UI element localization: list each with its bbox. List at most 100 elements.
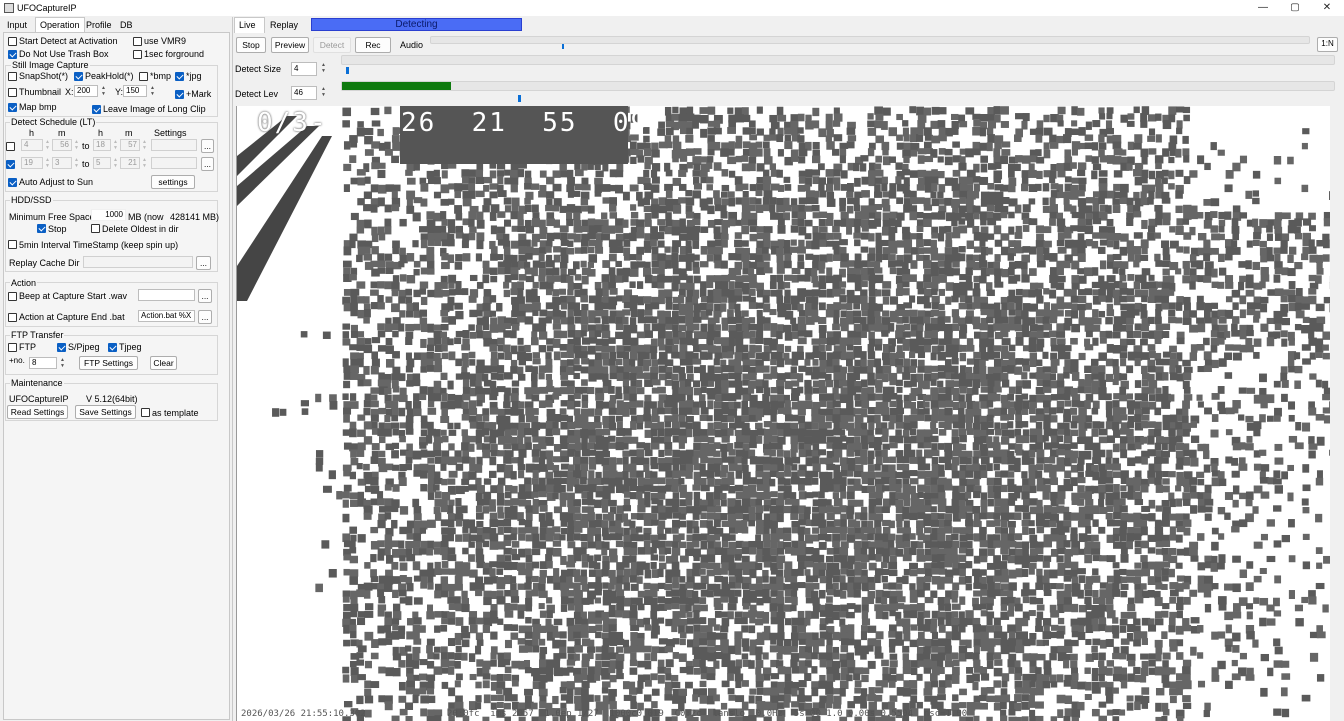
end-bat-checkbox[interactable]	[8, 313, 17, 322]
noise-speckle	[300, 400, 309, 407]
sun-settings-button[interactable]: settings	[151, 175, 195, 189]
save-settings-button[interactable]: Save Settings	[75, 405, 136, 419]
spjpeg-checkbox[interactable]	[57, 343, 66, 352]
noise-speckle	[693, 442, 701, 451]
tab-replay[interactable]: Replay	[267, 19, 298, 32]
beep-browse[interactable]: ...	[198, 289, 212, 303]
replay-cache-browse[interactable]: ...	[196, 256, 211, 270]
jpg-checkbox[interactable]	[175, 72, 184, 81]
detect-lev-slider[interactable]	[518, 95, 521, 102]
noise-speckle	[1029, 401, 1037, 409]
schedule-row2-settings[interactable]	[151, 157, 197, 169]
min-free-input[interactable]: 1000	[91, 209, 126, 221]
noise-speckle	[587, 449, 597, 456]
schedule-row2-m1-spinner[interactable]: ▲ ▼	[73, 157, 80, 169]
noise-speckle	[896, 365, 903, 374]
thumb-y-input[interactable]: 150	[123, 85, 147, 97]
end-bat-browse[interactable]: ...	[198, 310, 212, 324]
preview-button[interactable]: Preview	[271, 37, 309, 53]
close-button[interactable]: ✕	[1312, 0, 1342, 16]
schedule-row2-m1[interactable]: 3	[52, 157, 72, 169]
snapshot-checkbox[interactable]	[8, 72, 17, 81]
use-vmr9-checkbox[interactable]	[133, 37, 142, 46]
mark-checkbox[interactable]	[175, 90, 184, 99]
schedule-row1-h1-spinner[interactable]: ▲ ▼	[44, 139, 51, 151]
detect-lev-spinner[interactable]: ▲ ▼	[320, 86, 327, 100]
noise-speckle	[784, 400, 791, 408]
replay-cache-input[interactable]	[83, 256, 193, 268]
schedule-row1-m2[interactable]: 57	[120, 139, 140, 151]
thumb-x-input[interactable]: 200	[74, 85, 98, 97]
leave-image-checkbox[interactable]	[92, 105, 101, 114]
schedule-row2-m2-spinner[interactable]: ▲ ▼	[141, 157, 148, 169]
thumb-x-spinner[interactable]: ▲ ▼	[100, 85, 107, 97]
schedule-row1-h1[interactable]: 4	[21, 139, 43, 151]
noise-speckle	[1176, 218, 1184, 226]
fg-1sec-checkbox[interactable]	[133, 50, 142, 59]
map-bmp-checkbox[interactable]	[8, 103, 17, 112]
detect-size-spinner[interactable]: ▲ ▼	[320, 62, 327, 76]
noise-speckle	[910, 379, 917, 387]
detect-lev-input[interactable]: 46	[291, 86, 317, 100]
noise-speckle	[504, 464, 513, 472]
tab-operation[interactable]: Operation	[35, 17, 85, 32]
ftp-clear-button[interactable]: Clear	[150, 356, 177, 370]
schedule-row1-m1-spinner[interactable]: ▲ ▼	[73, 139, 80, 151]
peakhold-checkbox[interactable]	[74, 72, 83, 81]
schedule-row2-checkbox[interactable]	[6, 160, 15, 169]
start-detect-checkbox[interactable]	[8, 37, 17, 46]
thumb-y-spinner[interactable]: ▲ ▼	[149, 85, 156, 97]
as-template-checkbox[interactable]	[141, 408, 150, 417]
schedule-row2-h1[interactable]: 19	[21, 157, 43, 169]
end-bat-input[interactable]: Action.bat %X	[138, 310, 195, 322]
schedule-row2-m2[interactable]: 21	[120, 157, 140, 169]
schedule-row1-m1[interactable]: 56	[52, 139, 72, 151]
read-settings-button[interactable]: Read Settings	[7, 405, 68, 419]
noise-speckle	[622, 275, 629, 283]
noise-speckle	[1134, 380, 1142, 388]
schedule-row1-h2-spinner[interactable]: ▲ ▼	[112, 139, 119, 151]
minimize-button[interactable]: —	[1248, 0, 1278, 16]
schedule-row1-m2-spinner[interactable]: ▲ ▼	[141, 139, 148, 151]
now-free-value: 428141 MB)	[170, 212, 220, 222]
live-video-view[interactable]: 0/3- 26 21 55 09 2026/03/26 21:55:10.302…	[236, 106, 1330, 721]
detect-size-input[interactable]: 4	[291, 62, 317, 76]
tab-input[interactable]: Input	[3, 18, 31, 32]
thumbnail-checkbox[interactable]	[8, 88, 17, 97]
schedule-row1-browse[interactable]: ...	[201, 139, 214, 153]
schedule-row1-checkbox[interactable]	[6, 142, 15, 151]
schedule-row2-browse[interactable]: ...	[201, 157, 214, 171]
ftp-no-spinner[interactable]: ▲ ▼	[59, 357, 66, 369]
noise-speckle	[1141, 246, 1148, 255]
no-trash-checkbox[interactable]	[8, 50, 17, 59]
maximize-button[interactable]: ▢	[1280, 0, 1310, 16]
ftp-no-input[interactable]: 8	[29, 357, 57, 369]
ftp-checkbox[interactable]	[8, 343, 17, 352]
beep-wav-input[interactable]	[138, 289, 195, 301]
noise-speckle	[1182, 260, 1190, 269]
ratio-button[interactable]: 1:N	[1317, 37, 1338, 52]
rec-button[interactable]: Rec	[355, 37, 391, 53]
detect-size-slider[interactable]	[346, 67, 349, 74]
detect-button[interactable]: Detect	[313, 37, 351, 53]
noise-speckle	[832, 456, 840, 463]
delete-oldest-checkbox[interactable]	[91, 224, 100, 233]
schedule-row1-settings[interactable]	[151, 139, 197, 151]
stop-button[interactable]: Stop	[236, 37, 266, 53]
noise-speckle	[784, 470, 791, 477]
beep-checkbox[interactable]	[8, 292, 17, 301]
auto-adjust-checkbox[interactable]	[8, 178, 17, 187]
tjpeg-checkbox[interactable]	[108, 343, 117, 352]
schedule-row2-h1-spinner[interactable]: ▲ ▼	[44, 157, 51, 169]
noise-speckle	[875, 289, 882, 297]
interval-ts-checkbox[interactable]	[8, 240, 17, 249]
schedule-row2-h2-spinner[interactable]: ▲ ▼	[112, 157, 119, 169]
ftp-settings-button[interactable]: FTP Settings	[79, 356, 138, 370]
stop-checkbox[interactable]	[37, 224, 46, 233]
tab-db[interactable]: DB	[116, 18, 137, 32]
tab-profile[interactable]: Profile	[82, 18, 116, 32]
bmp-checkbox[interactable]	[139, 72, 148, 81]
tab-live[interactable]: Live	[234, 17, 265, 33]
schedule-row1-h2[interactable]: 18	[93, 139, 111, 151]
schedule-row2-h2[interactable]: 5	[93, 157, 111, 169]
